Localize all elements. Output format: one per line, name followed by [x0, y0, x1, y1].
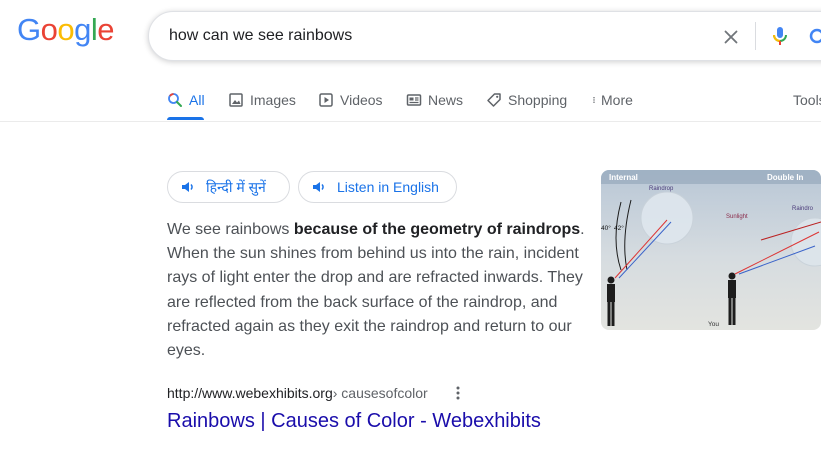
speaker-icon — [313, 182, 324, 192]
logo-letter: o — [40, 12, 58, 47]
rainbow-diagram-image: Internal Double In Raindrop 40° 42° Sunl… — [601, 170, 821, 330]
result-url-path: › causesofcolor — [332, 385, 428, 401]
tag-icon — [487, 93, 501, 107]
tab-label: More — [601, 92, 633, 108]
image-icon — [229, 93, 243, 107]
diagram-label-angle-42: 42° — [614, 224, 624, 232]
listen-hindi-button[interactable]: हिन्दी में सुनें — [167, 171, 290, 203]
logo-letter: G — [17, 12, 41, 47]
tab-label: Shopping — [508, 92, 568, 108]
snippet-bold-text: because of the geometry of raindrops — [293, 221, 581, 238]
newspaper-icon — [406, 94, 422, 106]
search-divider — [755, 22, 756, 50]
tab-shopping[interactable]: Shopping — [486, 80, 567, 120]
diagram-label-sunlight: Sunlight — [726, 214, 748, 220]
speaker-icon — [182, 182, 193, 192]
tab-all[interactable]: All — [167, 80, 205, 120]
search-box — [148, 11, 821, 61]
google-logo[interactable]: Google — [17, 12, 115, 47]
camera-lens-icon[interactable] — [805, 24, 821, 48]
tab-videos[interactable]: Videos — [318, 80, 383, 120]
tools-label: Tools — [793, 92, 821, 108]
search-input[interactable] — [169, 12, 709, 60]
close-icon[interactable] — [720, 26, 742, 48]
search-icon — [168, 93, 182, 107]
logo-letter: g — [74, 12, 91, 47]
logo-letter: e — [97, 12, 115, 47]
play-icon — [319, 93, 333, 107]
tab-news[interactable]: News — [406, 80, 463, 120]
tab-images[interactable]: Images — [228, 80, 296, 120]
snippet-text-before: We see rainbows — [167, 221, 294, 238]
tab-label: News — [428, 92, 464, 108]
diagram-label-double: Double In — [767, 173, 804, 182]
listen-hindi-label: हिन्दी में सुनें — [206, 178, 266, 195]
diagram-label-internal: Internal — [609, 173, 638, 182]
diagram-label-raindrop-right: Raindro — [792, 206, 814, 212]
logo-letter: o — [57, 12, 75, 47]
vertical-dots-icon — [593, 97, 595, 103]
result-url: http://www.webexhibits.org — [167, 385, 333, 401]
tools-button[interactable]: Tools — [793, 80, 821, 120]
diagram-label-you: You — [708, 321, 719, 328]
microphone-icon[interactable] — [768, 24, 792, 48]
diagram-label-raindrop: Raindrop — [649, 186, 674, 192]
listen-english-label: Listen in English — [337, 179, 439, 195]
snippet-image[interactable]: Internal Double In Raindrop 40° 42° Sunl… — [601, 170, 821, 330]
tabs-divider — [0, 121, 821, 122]
vertical-dots-icon[interactable] — [450, 384, 466, 402]
tab-label: Images — [250, 92, 296, 108]
result-title-link[interactable]: Rainbows | Causes of Color - Webexhibits — [167, 408, 541, 434]
featured-snippet-text: We see rainbows because of the geometry … — [167, 218, 587, 363]
diagram-label-angle-40: 40° — [601, 224, 611, 232]
result-citation[interactable]: http://www.webexhibits.org › causesofcol… — [167, 383, 428, 403]
active-tab-indicator — [167, 117, 204, 120]
tab-label: Videos — [340, 92, 383, 108]
snippet-text-after: . When the sun shines from behind us int… — [167, 221, 585, 360]
tab-more[interactable]: More — [590, 80, 633, 120]
listen-english-button[interactable]: Listen in English — [298, 171, 457, 203]
tab-label: All — [189, 92, 205, 108]
search-tabs: All Images Videos News Shopping More Too… — [0, 80, 821, 122]
